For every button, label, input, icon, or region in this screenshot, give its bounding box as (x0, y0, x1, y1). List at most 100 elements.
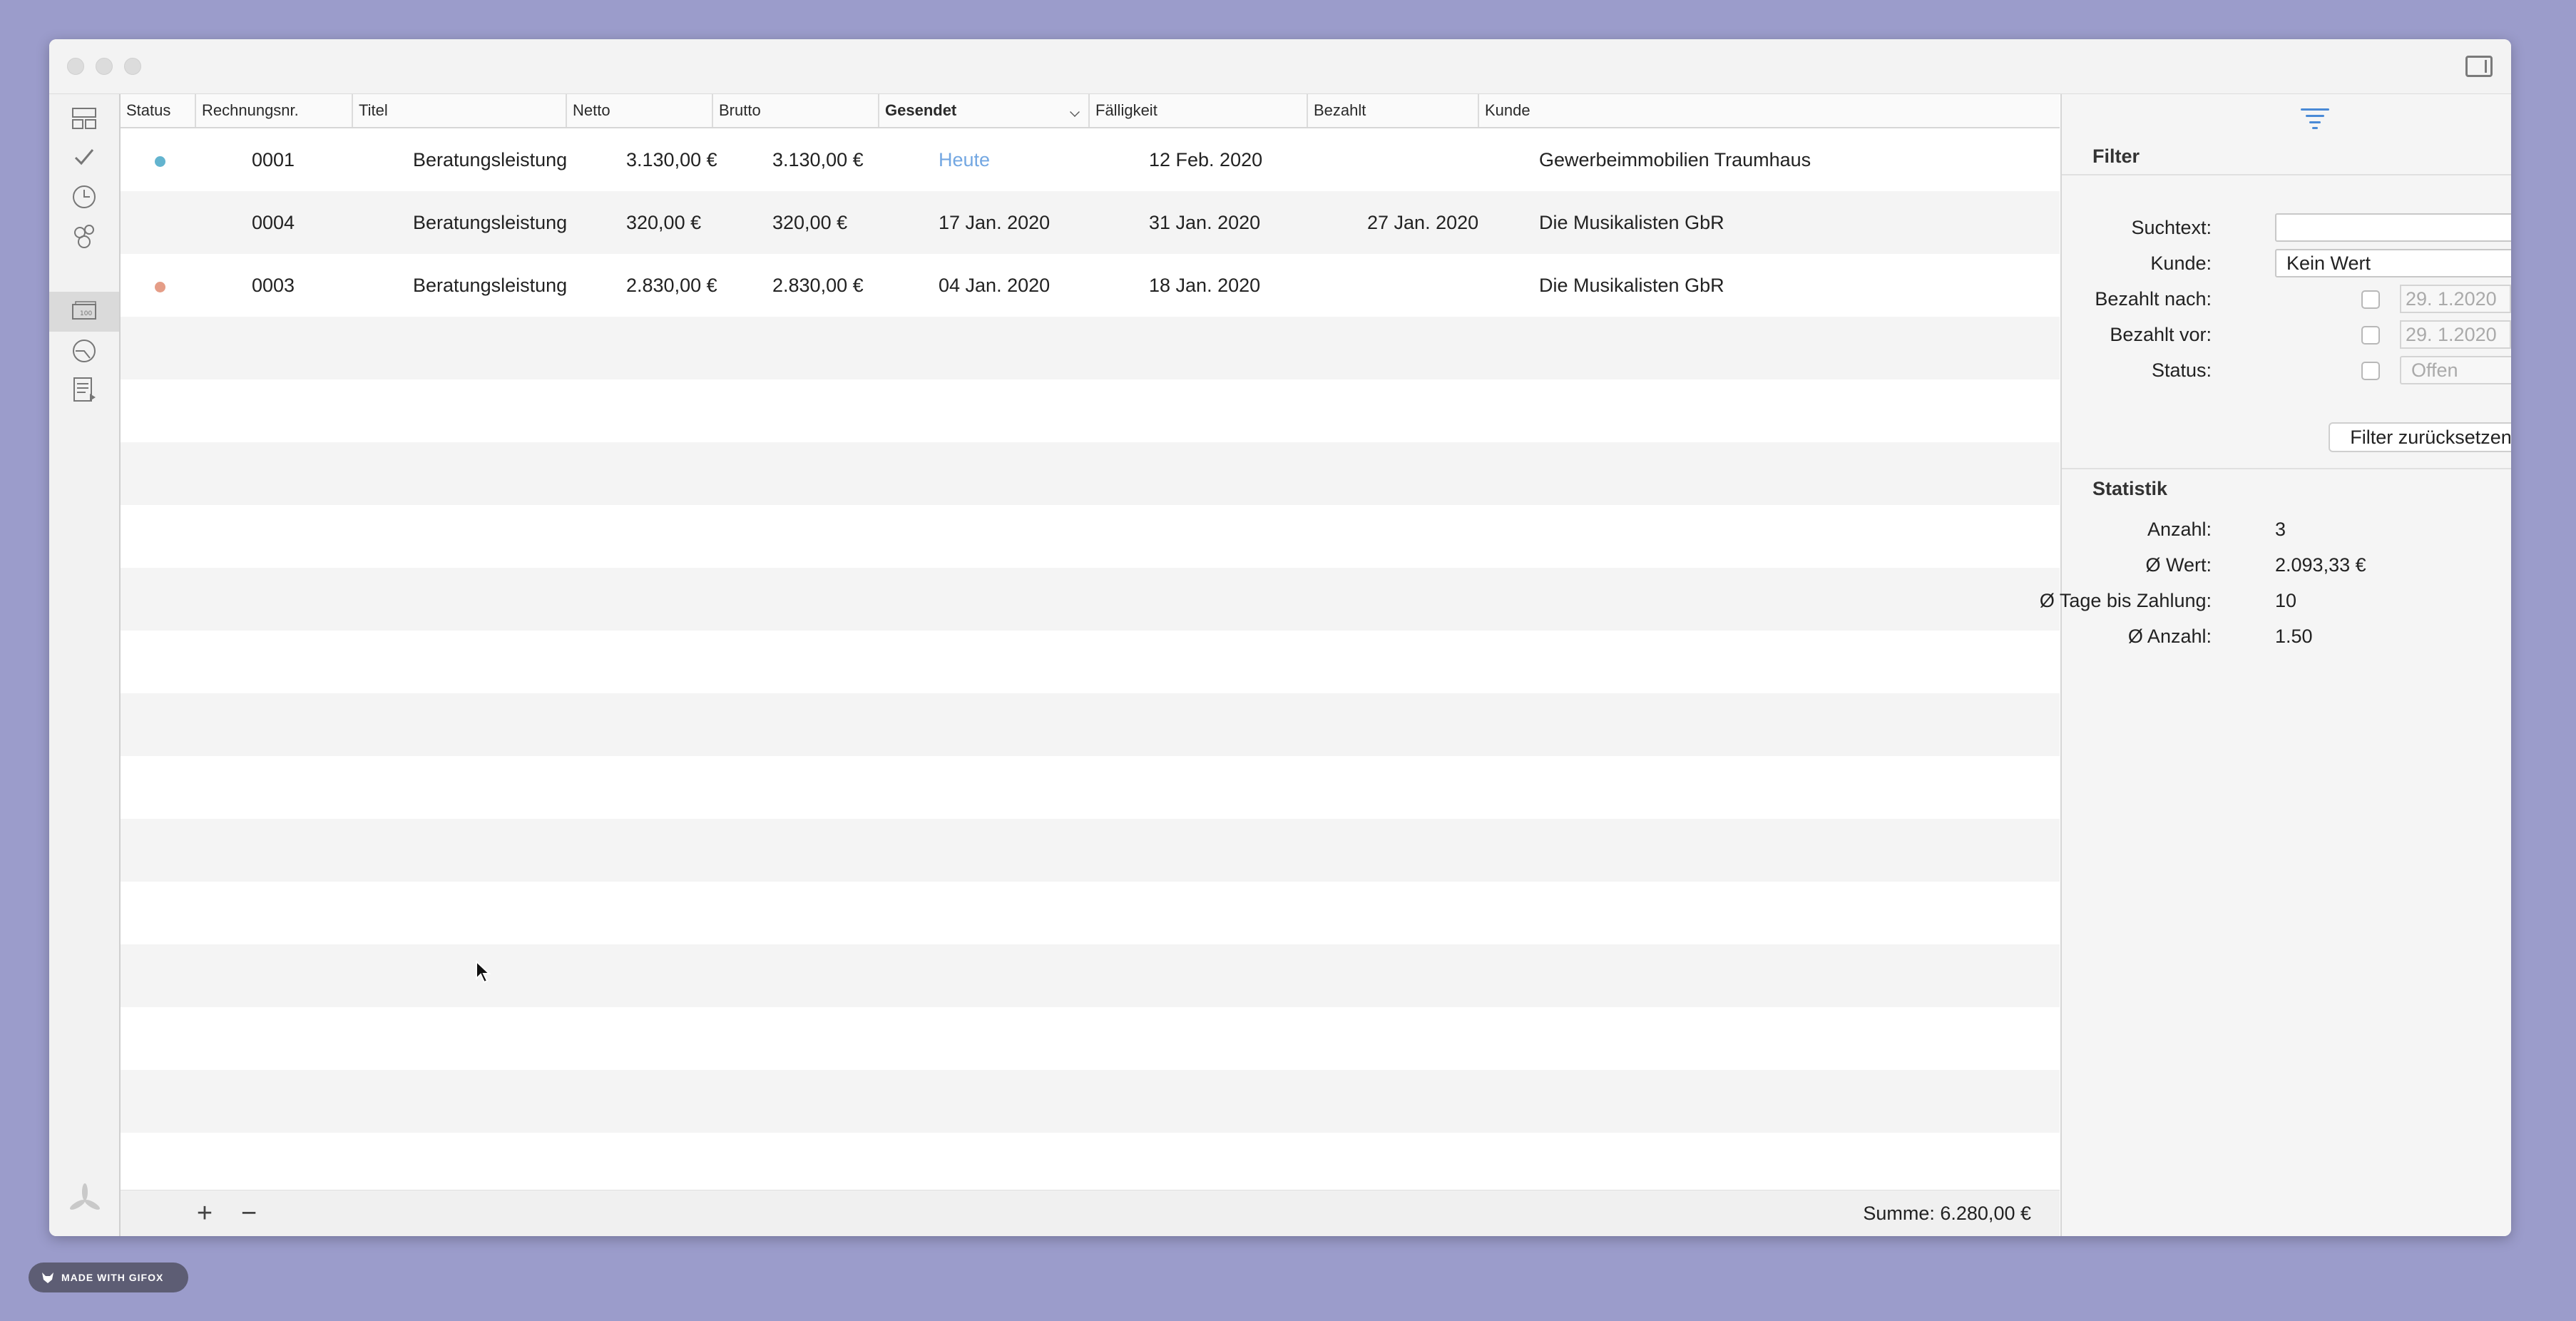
cell-faelligkeit: 12 Feb. 2020 (1149, 149, 1263, 170)
tasks-check-icon[interactable] (70, 143, 98, 171)
cell-netto: 2.830,00 € (626, 275, 717, 296)
cell-gesendet: 17 Jan. 2020 (939, 212, 1051, 233)
fox-logo-icon (42, 1272, 53, 1283)
minimize-button[interactable] (96, 58, 113, 75)
dashboard-icon[interactable] (70, 104, 98, 133)
column-header-gesendet-label: Gesendet (885, 101, 957, 119)
documents-icon[interactable] (70, 375, 98, 404)
cell-rechnungsnr: 0001 (252, 149, 295, 170)
cell-brutto: 3.130,00 € (772, 149, 864, 170)
zoom-button[interactable] (124, 58, 141, 75)
empty-row (121, 693, 2060, 756)
avg-tage-label: Ø Tage bis Zahlung: (2039, 590, 2212, 611)
mouse-cursor-icon (476, 960, 491, 984)
sidebar-toggle-icon[interactable] (2465, 56, 2493, 77)
svg-text:100: 100 (80, 310, 92, 317)
cell-rechnungsnr: 0004 (252, 212, 295, 233)
inspector-panel: Filter Suchtext: Kunde: Kein Wert Bezahl… (2040, 94, 2511, 1236)
avg-anzahl-value: 1.50 (2275, 626, 2313, 647)
status-select[interactable]: Offen (2400, 356, 2511, 384)
title-bar (49, 39, 2511, 94)
anzahl-value: 3 (2275, 519, 2286, 540)
reset-filter-button[interactable]: Filter zurücksetzen (2329, 422, 2511, 452)
kunde-select-value: Kein Wert (2286, 253, 2371, 274)
table-row[interactable]: 0001 Beratungsleistung 3.130,00 € 3.130,… (121, 128, 2060, 191)
table-body: 0001 Beratungsleistung 3.130,00 € 3.130,… (121, 128, 2060, 1191)
cell-faelligkeit: 31 Jan. 2020 (1149, 212, 1261, 233)
cell-kunde: Gewerbeimmobilien Traumhaus (1539, 149, 1811, 170)
navigation-sidebar: 100 (49, 94, 121, 1236)
status-checkbox[interactable] (2361, 362, 2380, 380)
cell-brutto: 2.830,00 € (772, 275, 864, 296)
empty-row (121, 819, 2060, 882)
bezahlt-vor-checkbox[interactable] (2361, 326, 2380, 345)
sort-descending-icon (1070, 107, 1080, 117)
close-button[interactable] (67, 58, 84, 75)
cell-netto: 3.130,00 € (626, 149, 717, 170)
status-dot (155, 282, 165, 292)
avg-anzahl-label: Ø Anzahl: (2127, 626, 2212, 647)
empty-row (121, 442, 2060, 505)
section-divider (2062, 468, 2511, 469)
filter-section-title: Filter (2092, 146, 2140, 167)
anzahl-label: Anzahl: (2147, 519, 2212, 540)
column-header-kunde[interactable]: Kunde (1479, 94, 2060, 127)
kunde-select[interactable]: Kein Wert (2275, 249, 2511, 277)
filter-lines-icon[interactable] (2301, 107, 2329, 129)
cell-brutto: 320,00 € (772, 212, 848, 233)
bezahlt-vor-label: Bezahlt vor: (2110, 324, 2212, 345)
sum-total: Summe: 6.280,00 € (1863, 1203, 2031, 1224)
cell-kunde: Die Musikalisten GbR (1539, 275, 1724, 296)
column-header-brutto[interactable]: Brutto (713, 94, 879, 127)
empty-row (121, 1070, 2060, 1133)
cell-titel: Beratungsleistung (413, 149, 568, 170)
avg-tage-value: 10 (2275, 590, 2297, 611)
cell-netto: 320,00 € (626, 212, 702, 233)
avg-wert-value: 2.093,33 € (2275, 554, 2366, 576)
clients-icon[interactable] (70, 221, 98, 250)
add-invoice-button[interactable]: + (189, 1198, 220, 1229)
table-footer: + − Summe: 6.280,00 € (121, 1190, 2060, 1236)
column-header-status[interactable]: Status (121, 94, 196, 127)
column-header-rechnungsnr[interactable]: Rechnungsnr. (196, 94, 353, 127)
kunde-label: Kunde: (2150, 253, 2212, 274)
cell-titel: Beratungsleistung (413, 212, 568, 233)
cell-faelligkeit: 18 Jan. 2020 (1149, 275, 1261, 296)
column-header-bezahlt[interactable]: Bezahlt (1308, 94, 1479, 127)
remove-invoice-button[interactable]: − (233, 1198, 265, 1229)
empty-row (121, 568, 2060, 631)
time-clock-icon[interactable] (70, 183, 98, 211)
empty-row (121, 317, 2060, 379)
invoice-table: Status Rechnungsnr. Titel Netto Brutto G… (121, 94, 2060, 1236)
table-row[interactable]: 0003 Beratungsleistung 2.830,00 € 2.830,… (121, 254, 2060, 317)
invoices-icon[interactable]: 100 (70, 297, 98, 326)
status-dot (155, 156, 165, 167)
cell-bezahlt: 27 Jan. 2020 (1367, 212, 1479, 233)
cell-gesendet[interactable]: Heute (939, 128, 990, 191)
column-header-titel[interactable]: Titel (353, 94, 567, 127)
table-row[interactable]: 0004 Beratungsleistung 320,00 € 320,00 €… (121, 191, 2060, 254)
cell-kunde: Die Musikalisten GbR (1539, 212, 1724, 233)
cell-titel: Beratungsleistung (413, 275, 568, 296)
cell-gesendet: 04 Jan. 2020 (939, 275, 1051, 296)
reports-icon[interactable] (70, 337, 98, 365)
bezahlt-vor-date[interactable]: 29. 1.2020 (2400, 320, 2511, 349)
table-header: Status Rechnungsnr. Titel Netto Brutto G… (121, 94, 2060, 128)
suchtext-label: Suchtext: (2131, 217, 2212, 238)
inspector-header: Filter (2062, 94, 2511, 175)
status-label: Status: (2151, 359, 2212, 381)
cell-rechnungsnr: 0003 (252, 275, 295, 296)
suchtext-input[interactable] (2275, 213, 2511, 242)
gifox-badge: MADE WITH GIFOX (29, 1263, 188, 1292)
statistik-section-title: Statistik (2092, 478, 2168, 499)
avg-wert-label: Ø Wert: (2145, 554, 2212, 576)
bezahlt-nach-label: Bezahlt nach: (2095, 288, 2212, 310)
empty-row (121, 944, 2060, 1007)
app-window: 100 Status Rechnungsnr. Titel Netto Brut… (49, 39, 2511, 1236)
column-header-netto[interactable]: Netto (567, 94, 713, 127)
gifox-badge-text: MADE WITH GIFOX (61, 1272, 164, 1283)
column-header-gesendet[interactable]: Gesendet (879, 94, 1090, 127)
column-header-faelligkeit[interactable]: Fälligkeit (1090, 94, 1308, 127)
bezahlt-nach-date[interactable]: 29. 1.2020 (2400, 285, 2511, 313)
bezahlt-nach-checkbox[interactable] (2361, 290, 2380, 309)
